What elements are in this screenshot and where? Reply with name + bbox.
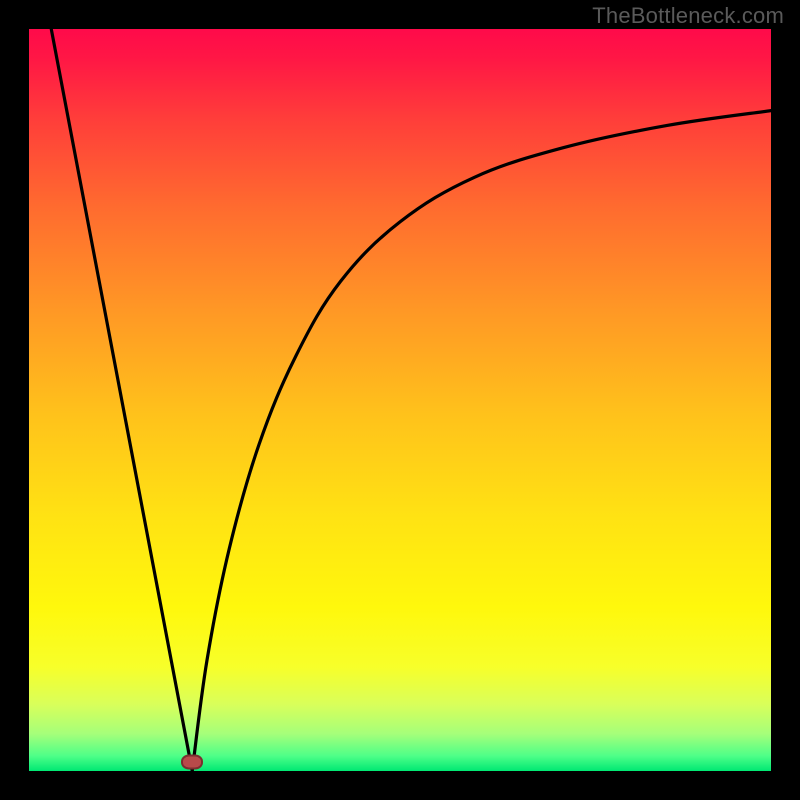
- optimum-marker: [181, 755, 203, 770]
- plot-area: [29, 29, 771, 771]
- chart-frame: TheBottleneck.com: [0, 0, 800, 800]
- bottleneck-curve: [29, 29, 771, 771]
- watermark-text: TheBottleneck.com: [592, 3, 784, 29]
- curve-path: [51, 29, 771, 771]
